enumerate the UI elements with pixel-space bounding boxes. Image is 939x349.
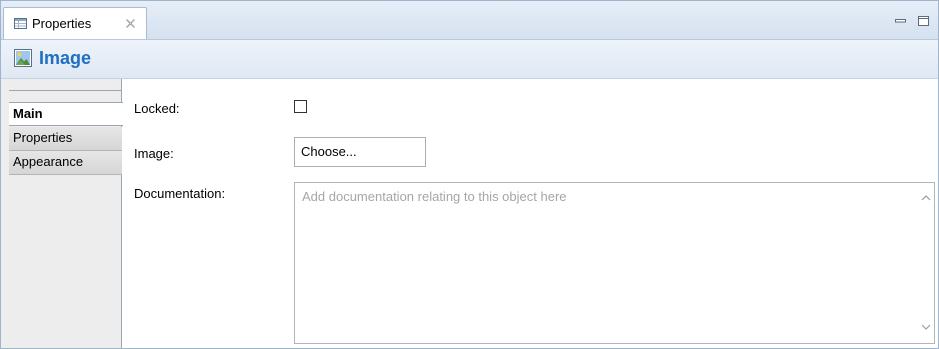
documentation-label: Documentation:: [134, 186, 226, 201]
choose-image-button[interactable]: Choose...: [294, 137, 426, 167]
documentation-scrollbar[interactable]: [918, 183, 934, 343]
section-tabs-divider: [9, 90, 122, 91]
section-tab-main[interactable]: Main: [9, 102, 123, 126]
section-tabs: Main Properties Appearance: [1, 79, 123, 348]
scroll-up-icon[interactable]: [921, 194, 931, 201]
locked-checkbox[interactable]: [294, 100, 307, 113]
documentation-textarea[interactable]: Add documentation relating to this objec…: [294, 182, 935, 344]
properties-header: Image: [1, 40, 938, 79]
image-icon: [14, 49, 32, 67]
properties-view: Properties Image Main Properties Appeara…: [0, 0, 939, 349]
image-label: Image:: [134, 146, 174, 161]
section-tab-label: Appearance: [13, 154, 84, 169]
documentation-placeholder: Add documentation relating to this objec…: [302, 189, 567, 204]
scroll-down-icon[interactable]: [921, 324, 931, 331]
page-title: Image: [39, 48, 92, 68]
tab-properties[interactable]: Properties: [3, 7, 147, 39]
locked-label: Locked:: [134, 101, 180, 116]
view-tab-bar: Properties: [1, 1, 938, 40]
section-tab-appearance[interactable]: Appearance: [9, 151, 122, 175]
properties-table-icon: [14, 18, 27, 29]
tab-label: Properties: [32, 16, 92, 31]
maximize-icon[interactable]: [917, 15, 930, 27]
section-tab-properties[interactable]: Properties: [9, 127, 122, 151]
section-tab-label: Main: [13, 106, 43, 121]
close-icon[interactable]: [125, 18, 136, 29]
section-tab-label: Properties: [13, 130, 73, 145]
minimize-icon[interactable]: [894, 15, 907, 27]
